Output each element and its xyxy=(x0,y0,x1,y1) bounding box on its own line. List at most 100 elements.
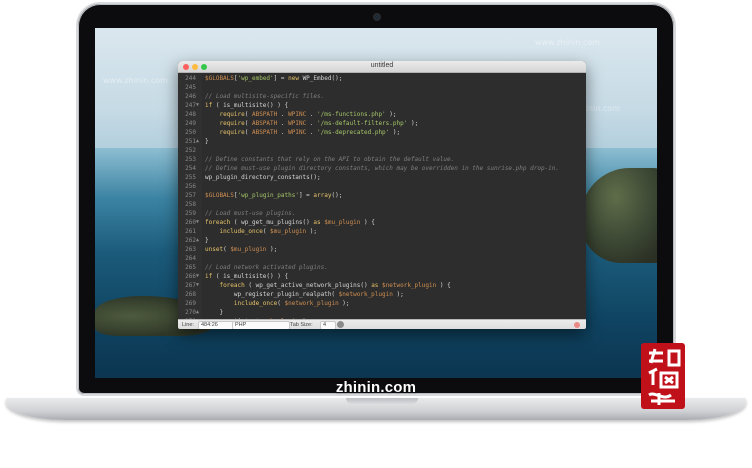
code-line[interactable]: 247 ▼ if ( is_multisite() ) { xyxy=(178,101,586,110)
code-line[interactable]: 256 xyxy=(178,182,586,191)
code-line[interactable]: 246 // Load multisite-specific files. xyxy=(178,92,586,101)
stop-icon[interactable] xyxy=(574,322,580,328)
line-number: 247 xyxy=(185,102,196,109)
line-number: 255 xyxy=(185,174,196,181)
code-text: $GLOBALS['wp_embed'] = new WP_Embed(); xyxy=(205,75,343,82)
window-title: untitled xyxy=(370,62,394,69)
tab-size-select[interactable]: 4 xyxy=(320,321,336,329)
line-number: 254 xyxy=(185,165,196,172)
code-line[interactable]: 250 require( ABSPATH . WPINC . '/ms-depr… xyxy=(178,128,586,137)
code-line[interactable]: 261 include_once( $mu_plugin ); xyxy=(178,227,586,236)
fold-open-icon[interactable]: ▼ xyxy=(196,101,199,110)
line-number: 262 xyxy=(185,237,196,244)
line-number: 246 xyxy=(185,93,196,100)
line-number: 252 xyxy=(185,147,196,154)
code-text: require( ABSPATH . WPINC . '/ms-function… xyxy=(219,111,397,118)
code-line[interactable]: 259 // Load must-use plugins. xyxy=(178,209,586,218)
fold-open-icon[interactable]: ▼ xyxy=(196,218,199,227)
line-number: 257 xyxy=(185,192,196,199)
gear-icon[interactable] xyxy=(337,321,344,328)
fold-close-icon[interactable]: ▲ xyxy=(196,308,199,317)
code-line[interactable]: 251 ▲} xyxy=(178,137,586,146)
tab-size-label: Tab Size: xyxy=(290,322,313,328)
code-line[interactable]: 253 // Define constants that rely on the … xyxy=(178,155,586,164)
code-text: wp_plugin_directory_constants(); xyxy=(205,174,321,181)
code-line[interactable]: 262 ▲} xyxy=(178,236,586,245)
code-text: require( ABSPATH . WPINC . '/ms-default-… xyxy=(219,120,419,127)
code-line[interactable]: 244 $GLOBALS['wp_embed'] = new WP_Embed()… xyxy=(178,74,586,83)
code-line[interactable]: 269 include_once( $network_plugin ); xyxy=(178,299,586,308)
code-text: if ( is_multisite() ) { xyxy=(205,102,289,109)
code-text: foreach ( wp_get_active_network_plugins(… xyxy=(219,282,451,289)
code-line[interactable]: 249 require( ABSPATH . WPINC . '/ms-defa… xyxy=(178,119,586,128)
line-number: 268 xyxy=(185,291,196,298)
editor-window[interactable]: untitled 244 $GLOBALS['wp_embed'] = new W… xyxy=(178,61,586,329)
code-line[interactable]: 255 wp_plugin_directory_constants(); xyxy=(178,173,586,182)
line-number: 245 xyxy=(185,84,196,91)
code-line[interactable]: 267 ▼ foreach ( wp_get_active_network_plu… xyxy=(178,281,586,290)
code-text: include_once( $network_plugin ); xyxy=(233,300,350,307)
code-line[interactable]: 245 xyxy=(178,83,586,92)
camera-icon xyxy=(373,13,381,21)
site-logo-stamp xyxy=(641,343,685,409)
code-line[interactable]: 260 ▼ foreach ( wp_get_mu_plugins() as $mu… xyxy=(178,218,586,227)
site-brand-text: zhinin.com xyxy=(335,379,417,396)
line-number: 264 xyxy=(185,255,196,262)
line-number: 266 xyxy=(185,273,196,280)
code-line[interactable]: 257 $GLOBALS['wp_plugin_paths'] = array()… xyxy=(178,191,586,200)
code-line[interactable]: 264 xyxy=(178,254,586,263)
code-line[interactable]: 252 xyxy=(178,146,586,155)
laptop-base xyxy=(6,398,746,420)
code-text: } xyxy=(205,309,224,316)
line-number: 265 xyxy=(185,264,196,271)
code-editor[interactable]: 244 $GLOBALS['wp_embed'] = new WP_Embed()… xyxy=(178,73,586,319)
line-number: 261 xyxy=(185,228,196,235)
code-text: foreach ( wp_get_mu_plugins() as $mu_plu… xyxy=(205,219,375,226)
code-line[interactable]: 258 xyxy=(178,200,586,209)
code-line[interactable]: 268 wp_register_plugin_realpath( $networ… xyxy=(178,290,586,299)
fold-close-icon[interactable]: ▲ xyxy=(196,137,199,146)
code-line[interactable]: 270 ▲ } xyxy=(178,308,586,317)
line-number: 269 xyxy=(185,300,196,307)
line-position-field[interactable]: 484:26 xyxy=(198,321,234,329)
code-text: wp_register_plugin_realpath( $network_pl… xyxy=(205,291,404,298)
code-text: // Load must-use plugins. xyxy=(205,210,296,217)
line-number: 259 xyxy=(185,210,196,217)
code-text: // Define constants that rely on the API… xyxy=(205,156,455,163)
line-number: 258 xyxy=(185,201,196,208)
code-text: } xyxy=(205,138,209,145)
watermark-text: www.zhinin.com xyxy=(103,76,168,85)
line-number: 244 xyxy=(185,75,196,82)
line-number: 270 xyxy=(185,309,196,316)
code-text: unset( $mu_plugin ); xyxy=(205,246,278,253)
fold-open-icon[interactable]: ▼ xyxy=(196,272,199,281)
code-text: // Load network activated plugins. xyxy=(205,264,328,271)
line-number: 253 xyxy=(185,156,196,163)
line-number: 267 xyxy=(185,282,196,289)
fold-open-icon[interactable]: ▼ xyxy=(196,281,199,290)
code-text: // Load multisite-specific files. xyxy=(205,93,325,100)
fold-close-icon[interactable]: ▲ xyxy=(196,236,199,245)
line-number: 256 xyxy=(185,183,196,190)
code-text: if ( is_multisite() ) { xyxy=(205,273,289,280)
line-number: 263 xyxy=(185,246,196,253)
line-number: 248 xyxy=(185,111,196,118)
line-number: 250 xyxy=(185,129,196,136)
line-number: 249 xyxy=(185,120,196,127)
code-line[interactable]: 248 require( ABSPATH . WPINC . '/ms-func… xyxy=(178,110,586,119)
status-bar: Line: 484:26 PHP Tab Size: 4 xyxy=(178,319,586,329)
code-line[interactable]: 254 // Define must-use plugin directory c… xyxy=(178,164,586,173)
line-number: 260 xyxy=(185,219,196,226)
code-line[interactable]: 266 ▼ if ( is_multisite() ) { xyxy=(178,272,586,281)
code-text: } xyxy=(205,237,209,244)
line-number: 251 xyxy=(185,138,196,145)
window-titlebar[interactable]: untitled xyxy=(178,61,586,73)
laptop-notch xyxy=(346,398,418,404)
code-text: $GLOBALS['wp_plugin_paths'] = array(); xyxy=(205,192,343,199)
line-label: Line: xyxy=(182,322,194,328)
syntax-language-select[interactable]: PHP xyxy=(232,321,290,329)
code-text: include_once( $mu_plugin ); xyxy=(219,228,318,235)
code-line[interactable]: 265 // Load network activated plugins. xyxy=(178,263,586,272)
code-text: require( ABSPATH . WPINC . '/ms-deprecat… xyxy=(219,129,401,136)
code-line[interactable]: 263 unset( $mu_plugin ); xyxy=(178,245,586,254)
